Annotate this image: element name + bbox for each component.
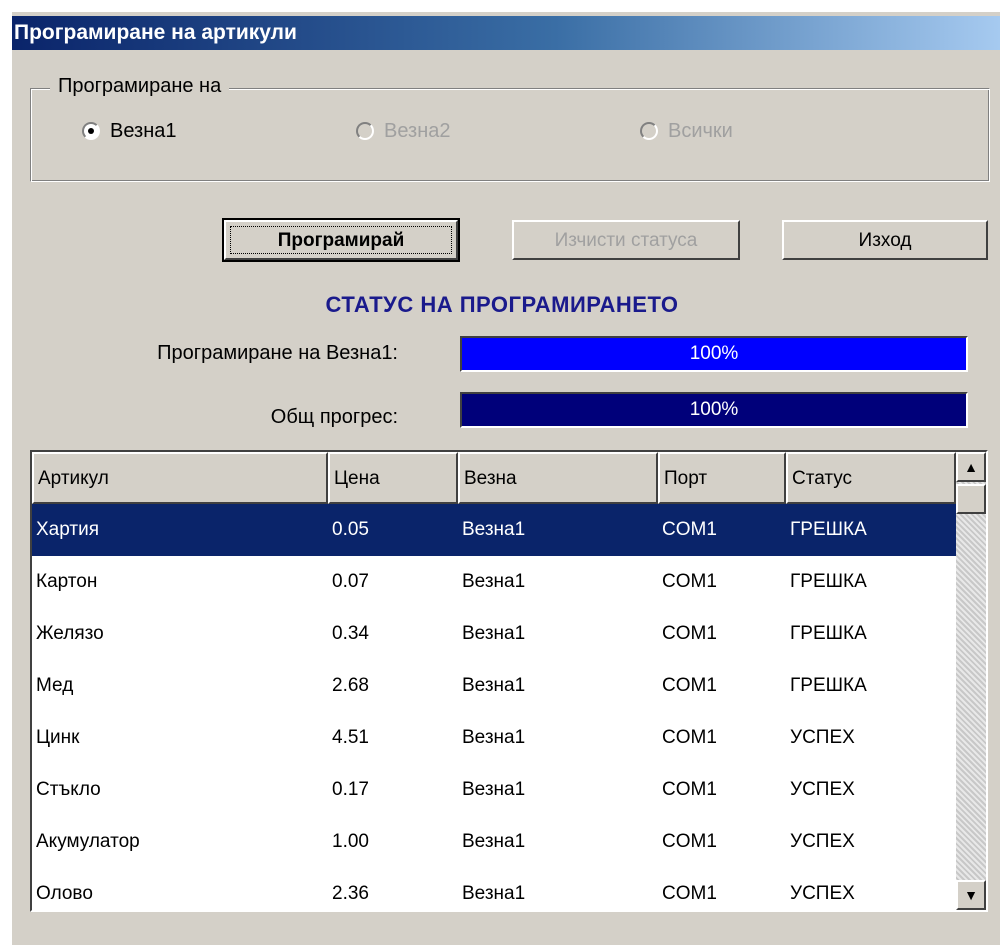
cell-status: ГРЕШКА (790, 623, 867, 644)
cell-scale: Везна1 (462, 675, 526, 696)
cell-status: УСПЕХ (790, 883, 855, 904)
cell-article: Стъкло (36, 779, 101, 800)
radio-scale1[interactable]: Везна1 (82, 116, 176, 146)
radio-checked-icon (82, 122, 100, 140)
window-title[interactable]: Програмиране на артикули (12, 16, 1000, 50)
cell-price: 2.36 (332, 883, 369, 904)
radio-scale2: Везна2 (356, 116, 450, 146)
table-row[interactable]: Мед 2.68 Везна1 COM1 ГРЕШКА (32, 660, 956, 712)
radio-all-label: Всички (668, 119, 733, 142)
total-progress-label: Общ прогрес: (270, 406, 398, 428)
program-articles-window: Програмиране на артикули Програмиране на… (0, 0, 1004, 945)
cell-status: ГРЕШКА (786, 504, 956, 556)
cell-scale: Везна1 (462, 779, 526, 800)
scale-progress-label: Програмиране на Везна1: (157, 342, 398, 364)
table-body: Хартия 0.05 Везна1 COM1 ГРЕШКА Картон 0.07 Везн… (32, 504, 956, 910)
cell-scale: Везна1 (458, 504, 658, 556)
vertical-scrollbar[interactable]: ▲ ▼ (956, 452, 986, 910)
cell-price: 2.68 (332, 675, 369, 696)
cell-price: 1.00 (332, 831, 369, 852)
cell-article: Желязо (36, 623, 104, 644)
programming-target-group-title: Програмиране на (50, 72, 230, 100)
table-row[interactable]: Стъкло 0.17 Везна1 COM1 УСПЕХ (32, 764, 956, 816)
radio-all: Всички (640, 116, 733, 146)
cell-port: COM1 (662, 675, 717, 696)
arrow-up-icon[interactable]: ▲ (956, 452, 986, 482)
total-progress-bar: 100% (460, 392, 968, 428)
program-button[interactable]: Програмирай (222, 218, 460, 262)
radio-unchecked-icon (640, 122, 658, 140)
scale-progress-text: 100% (689, 343, 739, 364)
radio-scale1-label: Везна1 (110, 119, 177, 142)
cell-article: Акумулатор (36, 831, 140, 852)
column-header-scale[interactable]: Везна (458, 452, 658, 504)
cell-status: УСПЕХ (790, 831, 855, 852)
cell-article: Олово (36, 883, 93, 904)
cell-article: Картон (36, 571, 98, 592)
scrollbar-thumb[interactable] (956, 484, 986, 514)
radio-scale2-label: Везна2 (384, 119, 451, 142)
cell-price: 0.34 (332, 623, 369, 644)
table-row[interactable]: Цинк 4.51 Везна1 COM1 УСПЕХ (32, 712, 956, 764)
cell-article: Хартия (32, 504, 328, 556)
table-row[interactable]: Желязо 0.34 Везна1 COM1 ГРЕШКА (32, 608, 956, 660)
table-row[interactable]: Олово 2.36 Везна1 COM1 УСПЕХ (32, 868, 956, 910)
cell-article: Цинк (36, 727, 80, 748)
cell-status: УСПЕХ (790, 779, 855, 800)
cell-scale: Везна1 (462, 831, 526, 852)
cell-scale: Везна1 (462, 883, 526, 904)
table-row[interactable]: Акумулатор 1.00 Везна1 COM1 УСПЕХ (32, 816, 956, 868)
status-heading: СТАТУС НА ПРОГРАМИРАНЕТО (325, 292, 679, 317)
table-row[interactable]: Картон 0.07 Везна1 COM1 ГРЕШКА (32, 556, 956, 608)
window-left-edge (0, 0, 12, 945)
cell-port: COM1 (662, 727, 717, 748)
total-progress-text: 100% (689, 399, 739, 420)
clear-status-button-label: Изчисти статуса (554, 230, 698, 251)
cell-price: 4.51 (332, 727, 369, 748)
cell-status: ГРЕШКА (790, 571, 867, 592)
column-header-port[interactable]: Порт (658, 452, 786, 504)
table-row[interactable]: Хартия 0.05 Везна1 COM1 ГРЕШКА (32, 504, 956, 556)
cell-scale: Везна1 (462, 727, 526, 748)
radio-unchecked-icon (356, 122, 374, 140)
cell-status: ГРЕШКА (790, 675, 867, 696)
cell-price: 0.07 (332, 571, 369, 592)
column-header-status[interactable]: Статус (786, 452, 956, 504)
exit-button-label: Изход (858, 230, 912, 251)
cell-port: COM1 (662, 831, 717, 852)
cell-port: COM1 (662, 779, 717, 800)
cell-price: 0.05 (328, 504, 458, 556)
cell-price: 0.17 (332, 779, 369, 800)
window-top-edge (0, 0, 1004, 12)
articles-table[interactable]: Артикул Цена Везна Порт Статус Хартия 0.0… (30, 450, 988, 912)
table-header: Артикул Цена Везна Порт Статус (32, 452, 956, 504)
cell-port: COM1 (662, 571, 717, 592)
cell-port: COM1 (658, 504, 786, 556)
column-header-article[interactable]: Артикул (32, 452, 328, 504)
column-header-price[interactable]: Цена (328, 452, 458, 504)
cell-port: COM1 (662, 883, 717, 904)
window-right-edge (1000, 0, 1004, 945)
cell-port: COM1 (662, 623, 717, 644)
cell-article: Мед (36, 675, 74, 696)
scale-progress-bar: 100% (460, 336, 968, 372)
arrow-down-icon[interactable]: ▼ (956, 880, 986, 910)
cell-status: УСПЕХ (790, 727, 855, 748)
clear-status-button: Изчисти статуса (512, 220, 740, 260)
cell-scale: Везна1 (462, 623, 526, 644)
exit-button[interactable]: Изход (782, 220, 988, 260)
cell-scale: Везна1 (462, 571, 526, 592)
